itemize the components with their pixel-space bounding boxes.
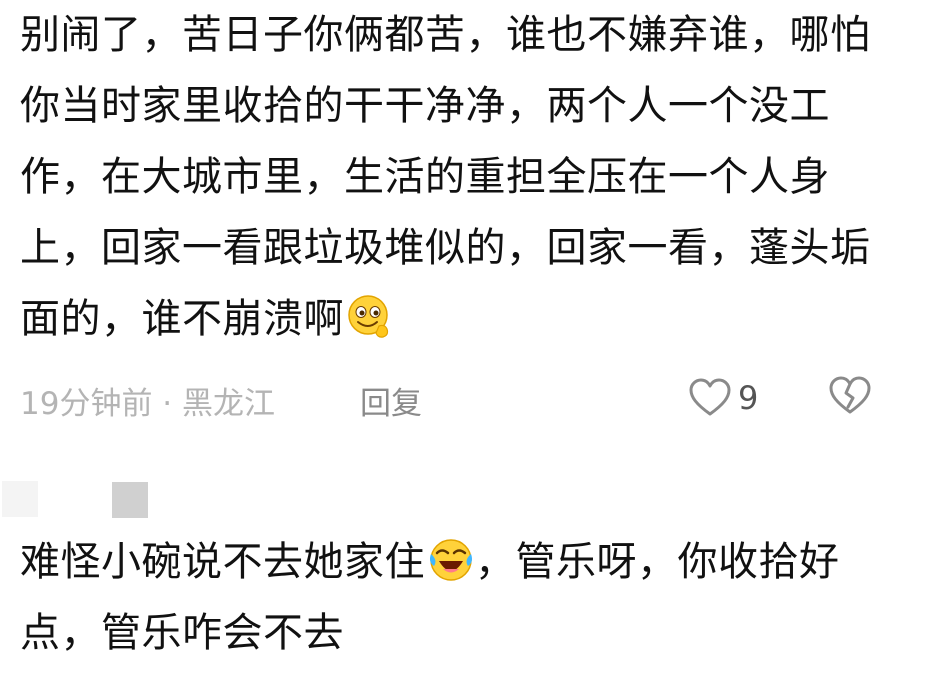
comment-timestamp-location: 19分钟前 · 黑龙江 [20,386,276,422]
comment-body: 别闹了，苦日子你俩都苦，谁也不嫌弃谁，哪怕你当时家里收拾的干干净净，两个人一个没… [20,0,900,355]
laugh-cry-emoji-icon [427,536,475,584]
username-redacted[interactable] [112,482,148,518]
avatar[interactable] [2,481,38,517]
smirk-thumbs-emoji-icon [346,293,394,341]
comment-text-part1: 难怪小碗说不去她家住 [20,539,425,585]
comment-meta-row: 19分钟前 · 黑龙江 回复 9 [20,372,900,422]
like-count: 9 [738,379,759,417]
dislike-button[interactable] [828,376,872,420]
comment-text: 别闹了，苦日子你俩都苦，谁也不嫌弃谁，哪怕你当时家里收拾的干干净净，两个人一个没… [20,12,871,342]
broken-heart-icon [829,376,871,414]
reply-button[interactable]: 回复 [360,378,422,423]
comment-body: 难怪小碗说不去她家住 ，管乐呀，你收拾好点，管乐咋会不去 [20,527,900,669]
like-button[interactable]: 9 [688,376,758,420]
heart-icon [689,378,731,416]
